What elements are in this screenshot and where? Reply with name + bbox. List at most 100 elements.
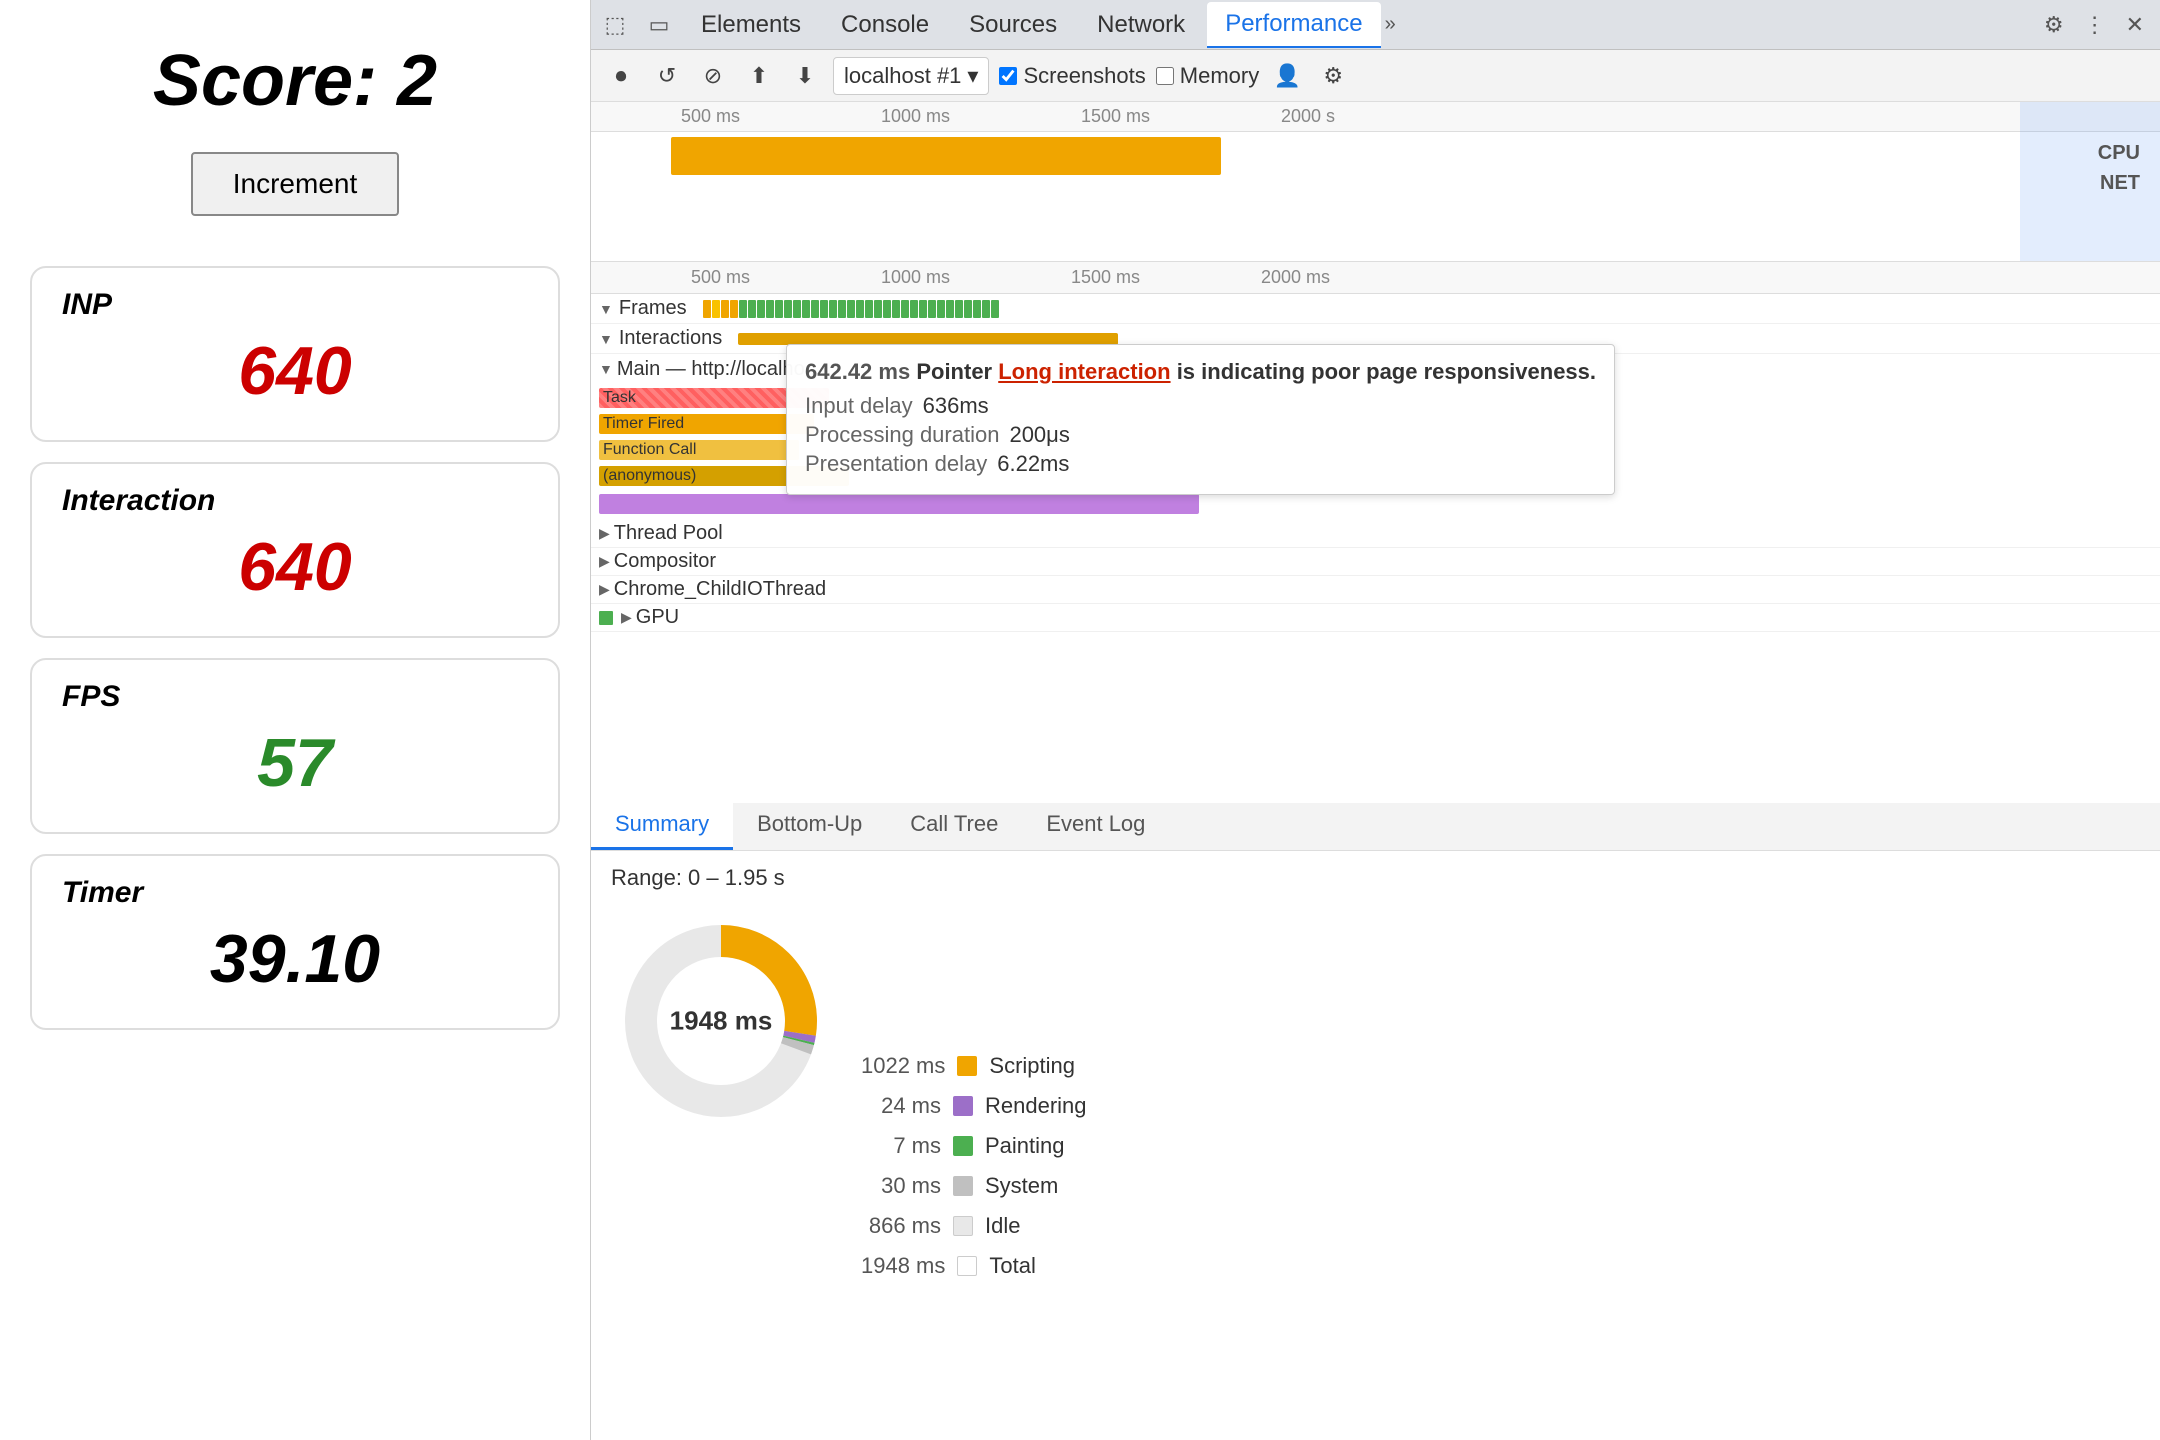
flamechart-area: 500 ms 1000 ms 1500 ms 2000 ms Frames [591,262,2160,1440]
timer-value: 39.10 [62,920,528,998]
more-tabs-icon[interactable]: » [1385,13,1396,36]
timer-card: Timer 39.10 [30,854,560,1030]
tab-performance[interactable]: Performance [1207,2,1380,48]
fps-card: FPS 57 [30,658,560,834]
fc-ruler-2000: 2000 ms [1261,267,1330,288]
painting-label: Painting [985,1133,1065,1159]
legend-idle: 866 ms Idle [861,1213,1087,1239]
screenshots-group: Screenshots [999,63,1145,89]
thread-pool-triangle [599,525,610,542]
memory-checkbox[interactable] [1156,67,1174,85]
chrome-child-row[interactable]: Chrome_ChildIOThread [591,576,2160,604]
donut-label: 1948 ms [670,1006,773,1037]
tooltip-input-delay: Input delay 636ms [805,393,1596,419]
tab-elements[interactable]: Elements [683,3,819,47]
gpu-label: GPU [636,606,679,629]
cpu-bar [671,137,1221,175]
compositor-row[interactable]: Compositor [591,548,2160,576]
frames-row[interactable]: Frames [591,294,2160,324]
timer-fired-bar[interactable]: Timer Fired [599,414,814,434]
clear-icon[interactable]: ⊘ [695,58,731,94]
upload-icon[interactable]: ⬆ [741,58,777,94]
cpu-label: CPU [2098,142,2140,165]
reload-record-icon[interactable]: ↺ [649,58,685,94]
increment-button[interactable]: Increment [191,152,400,216]
tab-event-log[interactable]: Event Log [1022,801,1169,850]
painting-value: 7 ms [861,1133,941,1159]
main-triangle [599,361,613,377]
idle-value: 866 ms [861,1213,941,1239]
inp-value: 640 [62,332,528,410]
devtools-icons: ⬚ ▭ [599,9,675,41]
interactions-triangle [599,331,613,347]
devtools-more-icon[interactable]: ⋮ [2076,8,2114,42]
painting-color [953,1136,973,1156]
frames-visual [703,300,999,318]
tooltip-ms: 642.42 ms [805,359,910,384]
score-title: Score: 2 [153,40,437,122]
total-color [957,1256,977,1276]
tab-bottom-up[interactable]: Bottom-Up [733,801,886,850]
user-timings-icon[interactable]: 👤 [1269,58,1305,94]
compositor-triangle [599,553,610,570]
fps-value: 57 [62,724,528,802]
legend-system: 30 ms System [861,1173,1087,1199]
devtools-close-icon[interactable]: ✕ [2118,8,2152,42]
interaction-value: 640 [62,528,528,606]
screenshots-label: Screenshots [1023,63,1145,89]
fc-ruler-1000: 1000 ms [881,267,950,288]
summary-legend: 1022 ms Scripting 24 ms Rendering 7 ms P… [861,911,1087,1420]
left-panel: Score: 2 Increment INP 640 Interaction 6… [0,0,590,1440]
tab-sources[interactable]: Sources [951,3,1075,47]
summary-range: Range: 0 – 1.95 s [591,851,2160,891]
inp-card: INP 640 [30,266,560,442]
tab-network[interactable]: Network [1079,3,1203,47]
devtools-inspect-icon[interactable]: ⬚ [599,9,631,41]
gpu-indicator [599,611,613,625]
download-icon[interactable]: ⬇ [787,58,823,94]
inp-label: INP [62,288,528,322]
tab-console[interactable]: Console [823,3,947,47]
bottom-tabs: Summary Bottom-Up Call Tree Event Log [591,803,2160,851]
system-value: 30 ms [861,1173,941,1199]
legend-total: 1948 ms Total [861,1253,1087,1279]
gpu-row[interactable]: GPU [591,604,2160,632]
rendering-color [953,1096,973,1116]
rendering-label: Rendering [985,1093,1087,1119]
flamechart-ruler: 500 ms 1000 ms 1500 ms 2000 ms [591,262,2160,294]
scripting-color [957,1056,977,1076]
tooltip-warning-suffix: is indicating poor page responsiveness. [1177,359,1596,384]
chrome-child-triangle [599,581,610,598]
ruler-mark-500: 500 ms [681,106,740,127]
devtools-device-icon[interactable]: ▭ [643,9,675,41]
interaction-card: Interaction 640 [30,462,560,638]
system-label: System [985,1173,1058,1199]
devtools-settings-icon[interactable]: ⚙ [2036,8,2072,42]
summary-panel: 1948 ms 1022 ms Scripting 24 ms Renderin… [591,891,2160,1440]
scripting-value: 1022 ms [861,1053,945,1079]
thread-pool-label: Thread Pool [614,522,723,545]
screenshots-checkbox[interactable] [999,67,1017,85]
fps-label: FPS [62,680,528,714]
thread-pool-row[interactable]: Thread Pool [591,520,2160,548]
gpu-triangle [621,609,632,626]
frames-triangle [599,301,613,317]
tab-summary[interactable]: Summary [591,801,733,850]
total-value: 1948 ms [861,1253,945,1279]
record-icon[interactable]: ⏺ [603,58,639,94]
tab-call-tree[interactable]: Call Tree [886,801,1022,850]
target-select[interactable]: localhost #1 ▾ [833,57,989,95]
net-label: NET [2100,172,2140,195]
function-call-bar[interactable]: Function Call [599,440,799,460]
ruler-mark-1000: 1000 ms [881,106,950,127]
perf-settings-icon[interactable]: ⚙ [1315,58,1351,94]
idle-label: Idle [985,1213,1020,1239]
target-label: localhost #1 [844,63,961,89]
flamechart-content[interactable]: Frames [591,294,2160,803]
timer-label: Timer [62,876,528,910]
tooltip-type: Pointer [916,359,998,384]
long-task-bar[interactable] [599,494,1199,514]
donut-chart: 1948 ms [611,911,831,1131]
tooltip: 642.42 ms Pointer Long interaction is in… [786,344,1615,495]
timeline-overview[interactable]: 500 ms 1000 ms 1500 ms 2000 s CPU NET [591,102,2160,262]
